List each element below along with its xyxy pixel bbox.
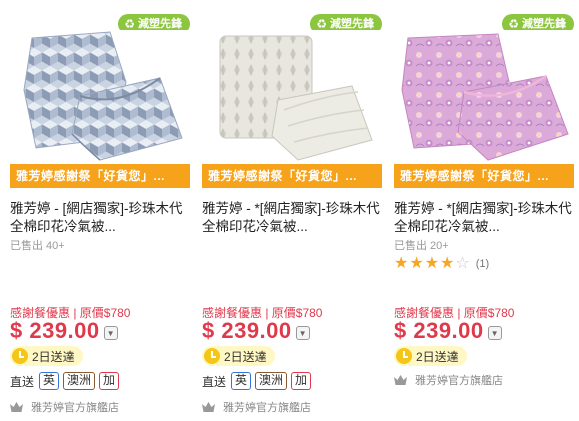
clock-icon [12, 348, 28, 364]
ship-tag: 英 [231, 372, 252, 390]
chevron-down-icon[interactable]: ▼ [295, 326, 310, 340]
star-icon: ★ [424, 255, 440, 272]
price: $ 239.00 [10, 318, 100, 343]
ship-tag: 澳洲 [255, 372, 288, 390]
ship-tag: 英 [39, 372, 60, 390]
star-icon: ★ [409, 255, 424, 272]
product-title[interactable]: 雅芳婷 - *[網店獨家]-珍珠木代全棉印花冷氣被... [394, 200, 576, 236]
star-rating: ★ ★ ★ ★ ☆ (1) [394, 256, 489, 272]
store-link[interactable]: 雅芳婷官方旗艦店 [202, 399, 311, 415]
ship-tag: 加 [99, 372, 120, 390]
price: $ 239.00 [202, 318, 292, 343]
promo-banner[interactable]: 雅芳婷感謝祭「好貨您」... [202, 164, 382, 188]
crown-icon [10, 402, 23, 412]
promo-banner[interactable]: 雅芳婷感謝祭「好貨您」... [10, 164, 190, 188]
product-image[interactable] [394, 30, 574, 165]
product-image[interactable] [10, 30, 190, 165]
delivery-badge: 2日送達 [202, 346, 275, 366]
shipping-row: 直送 英 澳洲 加 [10, 372, 120, 390]
promo-banner[interactable]: 雅芳婷感謝祭「好貨您」... [394, 164, 574, 188]
price-row: $ 239.00 ▼ [10, 318, 118, 344]
product-card[interactable]: ♻ 減塑先鋒 雅芳婷感謝祭「好貨您」... 雅芳婷 - [網店獨家]-珍珠木代全… [5, 0, 195, 421]
rating-count: (1) [475, 258, 490, 270]
crown-icon [202, 402, 215, 412]
store-link[interactable]: 雅芳婷官方旗艦店 [10, 399, 119, 415]
product-title[interactable]: 雅芳婷 - *[網店獨家]-珍珠木代全棉印花冷氣被... [202, 200, 384, 236]
store-link[interactable]: 雅芳婷官方旗艦店 [394, 372, 503, 388]
clock-icon [396, 348, 412, 364]
crown-icon [394, 375, 407, 385]
product-card[interactable]: ♻ 減塑先鋒 雅芳婷感謝祭「好貨您」... 雅芳婷 - *[網店獨家]-珍珠木代… [389, 0, 579, 421]
star-icon: ★ [440, 255, 455, 272]
clock-icon [204, 348, 220, 364]
delivery-badge: 2日送達 [10, 346, 83, 366]
chevron-down-icon[interactable]: ▼ [103, 326, 118, 340]
product-card[interactable]: ♻ 減塑先鋒 雅芳婷感謝祭「好貨您」... 雅芳婷 - *[網店獨家]-珍珠木代… [197, 0, 387, 421]
product-image[interactable] [202, 30, 382, 165]
price-row: $ 239.00 ▼ [202, 318, 310, 344]
star-empty-icon: ☆ [455, 255, 470, 272]
shipping-row: 直送 英 澳洲 加 [202, 372, 312, 390]
price: $ 239.00 [394, 318, 484, 343]
sold-count: 已售出 40+ [10, 240, 65, 252]
product-title[interactable]: 雅芳婷 - [網店獨家]-珍珠木代全棉印花冷氣被... [10, 200, 192, 236]
delivery-badge: 2日送達 [394, 346, 467, 366]
ship-tag: 加 [291, 372, 312, 390]
chevron-down-icon[interactable]: ▼ [487, 326, 502, 340]
price-row: $ 239.00 ▼ [394, 318, 502, 344]
sold-count: 已售出 20+ [394, 240, 449, 252]
star-icon: ★ [394, 255, 409, 272]
ship-tag: 澳洲 [63, 372, 96, 390]
